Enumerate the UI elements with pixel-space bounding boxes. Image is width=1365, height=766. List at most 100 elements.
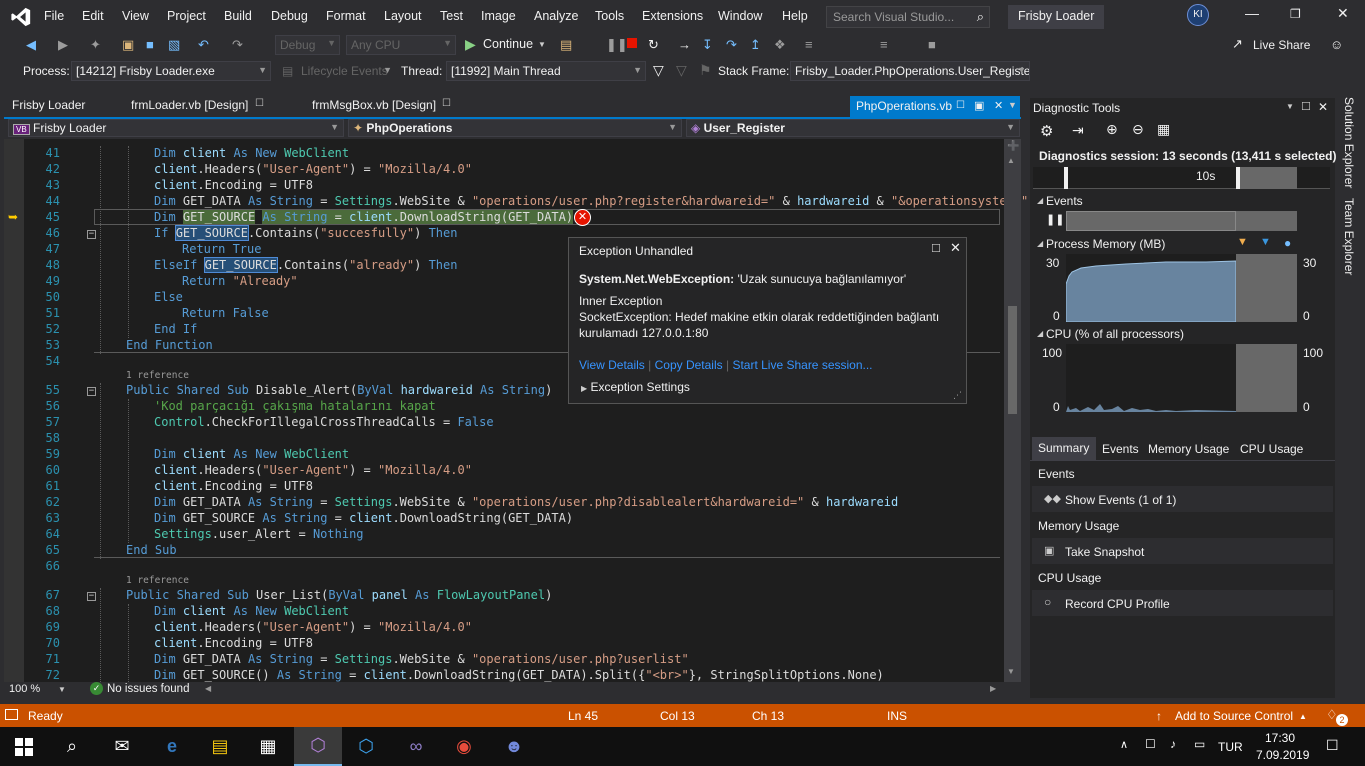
file-explorer-icon[interactable]: ▤ <box>196 727 244 766</box>
collapse-icon[interactable]: ◢ <box>1037 196 1043 205</box>
menu-tools[interactable]: Tools <box>595 9 624 23</box>
menu-file[interactable]: File <box>44 9 64 23</box>
visual-studio-taskbar-icon[interactable]: ⬡ <box>294 727 342 766</box>
thread-flag-icon[interactable]: ⚑ <box>699 62 712 79</box>
avatar[interactable]: KI <box>1187 4 1209 26</box>
copy-details-link[interactable]: Copy Details <box>655 358 723 372</box>
member-dropdown[interactable]: ◈ User_Register ▼ <box>686 119 1020 137</box>
menu-image[interactable]: Image <box>481 9 516 23</box>
hex-icon[interactable]: ❖ <box>774 37 786 53</box>
threads-icon[interactable]: ≡ <box>805 37 813 52</box>
step-out-icon[interactable]: ↥ <box>750 37 761 53</box>
take-snapshot-button[interactable]: Take Snapshot <box>1065 545 1144 559</box>
panel-dropdown-icon[interactable]: ▼ <box>1286 102 1294 111</box>
continue-button[interactable]: Continue <box>483 37 533 51</box>
menu-analyze[interactable]: Analyze <box>534 9 578 23</box>
menu-debug[interactable]: Debug <box>271 9 308 23</box>
live-share-icon[interactable]: ↗ <box>1232 36 1243 52</box>
panel-close-icon[interactable]: ✕ <box>1318 100 1328 114</box>
scrollbar-thumb[interactable] <box>1008 306 1017 414</box>
menu-help[interactable]: Help <box>782 9 808 23</box>
vscode-taskbar-icon[interactable]: ⬡ <box>342 727 390 766</box>
source-control-arrow-icon[interactable]: ▲ <box>1299 712 1307 721</box>
menu-format[interactable]: Format <box>326 9 366 23</box>
menu-layout[interactable]: Layout <box>384 9 422 23</box>
add-to-source-control[interactable]: Add to Source Control <box>1175 709 1293 723</box>
menu-test[interactable]: Test <box>440 9 463 23</box>
save-all-icon[interactable]: ▧ <box>168 37 180 53</box>
volume-icon[interactable]: ♪ <box>1170 737 1176 751</box>
flag-icon[interactable]: ▽ <box>676 62 687 79</box>
filter-icon[interactable]: ▽ <box>653 62 664 79</box>
step-over-icon[interactable]: ↷ <box>726 37 737 53</box>
zoom-out-icon[interactable]: ⊖ <box>1132 121 1144 138</box>
solution-explorer-tab[interactable]: Solution Explorer <box>1342 97 1356 188</box>
resize-grip-icon[interactable]: ⋰ <box>953 390 962 401</box>
team-explorer-tab[interactable]: Team Explorer <box>1342 198 1356 275</box>
network-icon[interactable]: ☐ <box>1145 737 1156 751</box>
record-cpu-profile-button[interactable]: Record CPU Profile <box>1065 597 1170 611</box>
pin-icon[interactable]: ☐ <box>442 98 451 109</box>
clock-date[interactable]: 7.09.2019 <box>1256 748 1309 762</box>
expand-icon[interactable]: ▶ <box>581 384 587 393</box>
configuration-select[interactable]: Debug ▼ <box>275 35 340 55</box>
tab-close-icon[interactable]: ✕ <box>994 99 1003 112</box>
comment-icon[interactable]: ≡ <box>880 37 888 52</box>
continue-dropdown-icon[interactable]: ▼ <box>538 40 546 49</box>
open-file-icon[interactable]: ▣ <box>122 37 134 53</box>
back-icon[interactable]: ◀ <box>26 37 36 53</box>
break-event-icon[interactable]: ❚❚ <box>1046 213 1064 226</box>
store-icon[interactable]: ▦ <box>244 727 292 766</box>
menu-view[interactable]: View <box>122 9 149 23</box>
app-infinity-icon[interactable]: ∞ <box>392 727 440 766</box>
tab-overflow-icon[interactable]: ▼ <box>1008 100 1017 110</box>
events-track[interactable] <box>1066 211 1236 231</box>
search-box[interactable]: Search Visual Studio... ⌕ <box>826 6 990 28</box>
process-select[interactable]: [14212] Frisby Loader.exe ▼ <box>71 61 271 81</box>
reference-codelens[interactable]: 1 reference <box>126 575 189 586</box>
menu-build[interactable]: Build <box>224 9 252 23</box>
fold-toggle[interactable]: − <box>87 387 96 396</box>
continue-icon[interactable]: ▶ <box>465 36 476 53</box>
menu-edit[interactable]: Edit <box>82 9 104 23</box>
menu-extensions[interactable]: Extensions <box>642 9 703 23</box>
new-project-icon[interactable]: ✦ <box>90 37 101 53</box>
issues-status[interactable]: No issues found <box>107 683 189 695</box>
tab-phpoperations[interactable]: PhpOperations.vb ☐ ▣ ✕ <box>850 96 1020 117</box>
process-icon[interactable]: ▤ <box>560 37 572 53</box>
feedback-icon[interactable]: ☺ <box>1330 37 1343 52</box>
menu-project[interactable]: Project <box>167 9 206 23</box>
output-icon[interactable] <box>5 709 18 720</box>
collapse-icon[interactable]: ◢ <box>1037 329 1043 338</box>
bookmark-icon[interactable]: ■ <box>928 37 936 52</box>
lifecycle-events-select[interactable]: Lifecycle Events ▼ <box>296 61 396 81</box>
discord-icon[interactable]: ☻ <box>490 727 538 766</box>
fold-toggle[interactable]: − <box>87 230 96 239</box>
forward-icon[interactable]: ▶ <box>58 37 68 53</box>
view-details-link[interactable]: View Details <box>579 358 645 372</box>
selection-start-handle[interactable] <box>1064 167 1068 189</box>
pin-icon[interactable]: ☐ <box>956 100 965 111</box>
reset-zoom-icon[interactable]: ▦ <box>1157 121 1170 138</box>
redo-icon[interactable]: ↷ <box>232 37 243 53</box>
mail-icon[interactable]: ✉ <box>98 727 146 766</box>
pin-icon[interactable]: ☐ <box>255 98 264 109</box>
exception-settings[interactable]: Exception Settings <box>591 380 690 394</box>
input-language[interactable]: TUR <box>1218 740 1243 754</box>
zoom-dropdown-icon[interactable]: ▼ <box>58 685 66 694</box>
tab-frmloader-design[interactable]: frmLoader.vb [Design] <box>131 98 248 112</box>
start-button[interactable] <box>0 727 48 766</box>
tab-summary[interactable]: Summary <box>1032 437 1096 460</box>
live-share-button[interactable]: Live Share <box>1253 38 1310 52</box>
reference-codelens[interactable]: 1 reference <box>126 370 189 381</box>
memory-graph[interactable] <box>1066 254 1297 322</box>
settings-gear-icon[interactable]: ⚙ <box>1040 122 1053 140</box>
clock-time[interactable]: 17:30 <box>1265 731 1295 745</box>
tray-chevron-icon[interactable]: ∧ <box>1120 738 1128 751</box>
undo-icon[interactable]: ↶ <box>198 37 209 53</box>
tab-events[interactable]: Events <box>1102 442 1139 456</box>
battery-icon[interactable]: ▭ <box>1194 737 1205 751</box>
zoom-in-icon[interactable]: ⊕ <box>1106 121 1118 138</box>
split-icon[interactable]: ➕ <box>1007 141 1019 152</box>
chrome-icon[interactable]: ◉ <box>440 727 488 766</box>
